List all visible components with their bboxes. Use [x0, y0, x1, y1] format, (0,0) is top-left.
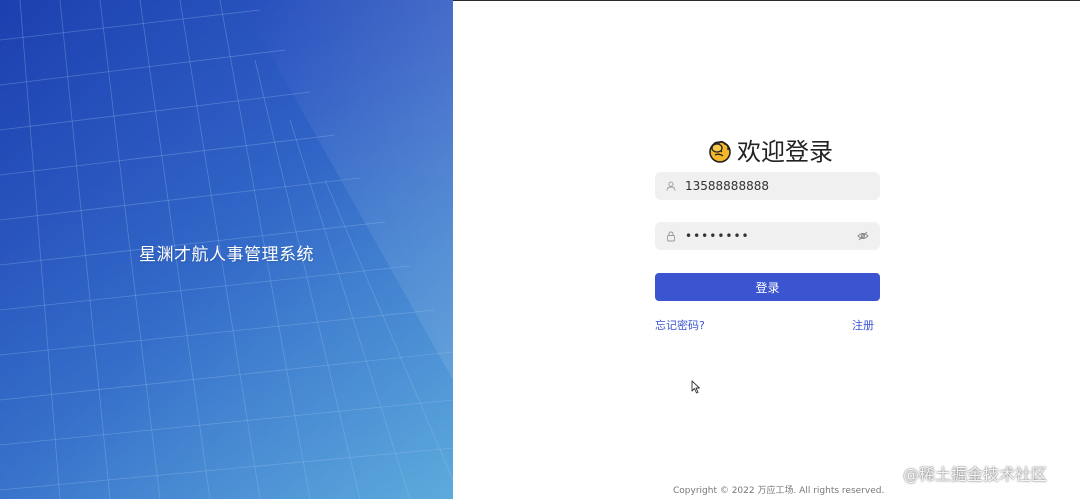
- copyright-text: Copyright © 2022 万应工场. All rights reserv…: [673, 486, 885, 496]
- user-icon: [665, 180, 677, 192]
- hero-panel: 星渊才航人事管理系统: [0, 0, 453, 499]
- mouse-cursor-icon: [691, 380, 700, 394]
- login-title-text: 欢迎登录: [737, 138, 833, 166]
- watermark: @稀土掘金技术社区: [903, 465, 1048, 484]
- system-name: 星渊才航人事管理系统: [139, 245, 314, 265]
- lock-icon: [665, 230, 677, 242]
- register-link[interactable]: 注册: [852, 317, 874, 333]
- username-input[interactable]: 13588888888: [685, 179, 870, 193]
- eye-off-icon[interactable]: [856, 229, 870, 243]
- login-page: 星渊才航人事管理系统 欢迎登录 13588888888 •••••••• 登录 …: [0, 0, 1080, 499]
- forgot-password-link[interactable]: 忘记密码?: [655, 317, 705, 333]
- login-heading: 欢迎登录: [705, 132, 833, 167]
- clapping-hands-icon: [709, 140, 731, 163]
- username-field[interactable]: 13588888888: [655, 172, 880, 200]
- password-input[interactable]: ••••••••: [685, 229, 848, 243]
- login-button[interactable]: 登录: [655, 273, 880, 301]
- password-field[interactable]: ••••••••: [655, 222, 880, 250]
